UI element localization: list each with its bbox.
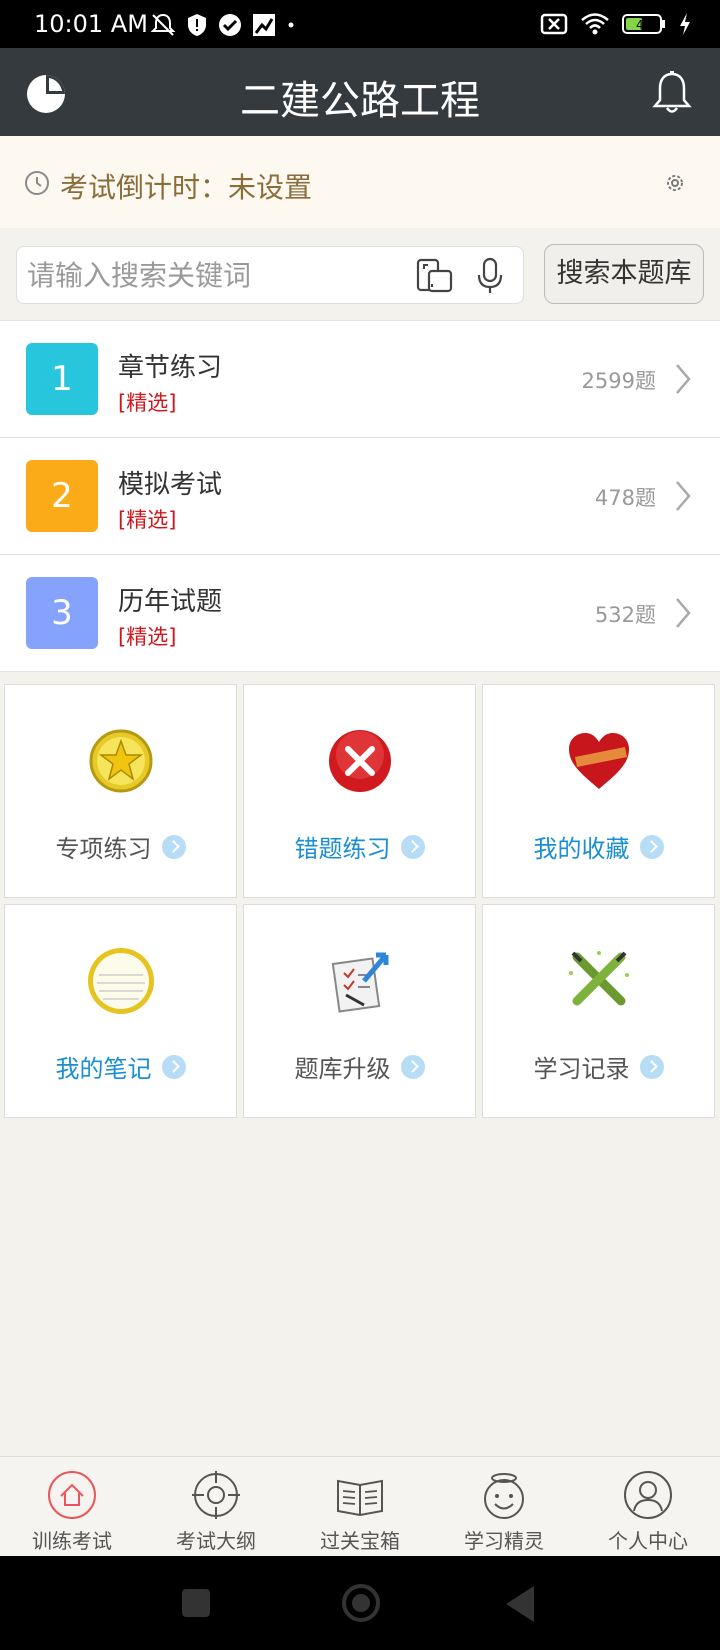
target-icon	[192, 1471, 240, 1519]
timer-icon	[25, 171, 49, 195]
check-circle-icon	[219, 14, 241, 36]
charging-icon	[680, 13, 690, 35]
status-notification-icons	[150, 12, 296, 38]
grid-item-special-practice[interactable]: 专项练习	[4, 684, 237, 898]
home-icon	[48, 1471, 96, 1519]
chevron-right-icon	[676, 481, 691, 511]
grid-item-label: 我的收藏	[533, 835, 630, 863]
nav-personal-center[interactable]: 个人中心	[576, 1457, 720, 1556]
checklist-upgrade-icon	[331, 952, 389, 1013]
grid-item-my-notes[interactable]: 我的笔记	[4, 904, 237, 1118]
practice-list: 1 章节练习 [精选] 2599题 2 模拟考试 [精选] 478题 3 历年试…	[0, 320, 720, 672]
status-bar: 10:01 AM 47	[0, 0, 720, 48]
user-icon	[624, 1471, 672, 1519]
wifi-icon	[581, 13, 609, 35]
recents-button[interactable]	[182, 1589, 210, 1617]
scan-icon[interactable]	[415, 257, 453, 295]
status-system-icons: 47	[540, 12, 692, 36]
chevron-right-icon	[676, 598, 691, 628]
exam-countdown-bar[interactable]: 考试倒计时：未设置	[0, 136, 720, 228]
feature-grid: 专项练习 错题练习 我的收藏 我的笔记 题库升级 学习记录	[4, 684, 716, 1118]
dot-icon	[288, 22, 294, 28]
list-item-past-exams[interactable]: 3 历年试题 [精选] 532题	[0, 555, 720, 672]
back-button[interactable]	[506, 1586, 534, 1622]
arrow-circle-icon	[400, 1054, 425, 1079]
notepad-icon	[88, 948, 154, 1014]
arrow-circle-icon	[161, 834, 186, 859]
smiley-angel-icon	[484, 1473, 524, 1519]
list-item-count: 532题	[594, 603, 656, 627]
list-item-tag: [精选]	[118, 508, 177, 532]
image-icon	[253, 14, 275, 36]
heart-favorite-icon	[569, 733, 629, 789]
grid-item-label: 错题练习	[294, 835, 391, 863]
nav-label: 过关宝箱	[320, 1529, 400, 1553]
nav-label: 考试大纲	[176, 1529, 256, 1553]
bottom-nav: 训练考试 考试大纲 过关宝箱 学习精灵 个人中心	[0, 1456, 720, 1556]
list-item-number: 1	[26, 343, 98, 415]
list-item-name: 模拟考试	[118, 470, 223, 500]
arrow-circle-icon	[639, 834, 664, 859]
red-x-icon	[329, 730, 391, 792]
list-item-name: 章节练习	[118, 353, 223, 383]
battery-icon: 47	[622, 14, 665, 34]
nav-label: 个人中心	[608, 1529, 688, 1553]
arrow-circle-icon	[161, 1054, 186, 1079]
list-item-name: 历年试题	[118, 587, 223, 617]
list-item-chapter-practice[interactable]: 1 章节练习 [精选] 2599题	[0, 321, 720, 438]
list-item-count: 478题	[594, 486, 656, 510]
grid-item-label: 专项练习	[55, 835, 152, 863]
no-sim-icon	[540, 13, 568, 35]
search-box	[16, 246, 524, 304]
search-bank-button[interactable]: 搜索本题库	[544, 244, 704, 304]
grid-item-bank-upgrade[interactable]: 题库升级	[243, 904, 476, 1118]
mute-icon	[150, 13, 176, 36]
search-row: 搜索本题库	[0, 228, 720, 320]
arrow-circle-icon	[400, 834, 425, 859]
grid-item-my-favorites[interactable]: 我的收藏	[482, 684, 715, 898]
list-item-number: 3	[26, 577, 98, 649]
grid-item-label: 我的笔记	[55, 1055, 152, 1083]
gear-icon[interactable]	[664, 172, 686, 194]
page-title: 二建公路工程	[240, 78, 480, 124]
system-nav-bar	[0, 1556, 720, 1650]
nav-exam-outline[interactable]: 考试大纲	[144, 1457, 288, 1556]
grid-item-wrong-questions[interactable]: 错题练习	[243, 684, 476, 898]
battery-level: 47	[636, 18, 651, 32]
grid-item-study-record[interactable]: 学习记录	[482, 904, 715, 1118]
chevron-right-icon	[676, 364, 691, 394]
countdown-label: 考试倒计时：未设置	[60, 171, 313, 204]
star-badge-icon	[89, 729, 153, 793]
list-item-tag: [精选]	[118, 391, 177, 415]
shield-icon	[188, 14, 206, 36]
nav-label: 学习精灵	[464, 1529, 544, 1553]
list-item-count: 2599题	[581, 369, 656, 393]
microphone-icon[interactable]	[475, 257, 505, 295]
nav-treasure-box[interactable]: 过关宝箱	[288, 1457, 432, 1556]
list-item-tag: [精选]	[118, 625, 177, 649]
nav-label: 训练考试	[32, 1529, 112, 1553]
grid-item-label: 题库升级	[294, 1055, 391, 1083]
app-header: 二建公路工程	[0, 48, 720, 136]
nav-training-exam[interactable]: 训练考试	[0, 1457, 144, 1556]
search-input[interactable]	[27, 255, 407, 295]
grid-item-label: 学习记录	[533, 1055, 630, 1083]
pencils-record-icon	[569, 951, 629, 1006]
newspaper-icon	[337, 1479, 383, 1517]
bell-icon[interactable]	[650, 70, 694, 116]
list-item-number: 2	[26, 460, 98, 532]
list-item-mock-exam[interactable]: 2 模拟考试 [精选] 478题	[0, 438, 720, 555]
home-button[interactable]	[342, 1584, 380, 1622]
nav-study-sprite[interactable]: 学习精灵	[432, 1457, 576, 1556]
arrow-circle-icon	[639, 1054, 664, 1079]
status-time: 10:01 AM	[34, 10, 148, 38]
